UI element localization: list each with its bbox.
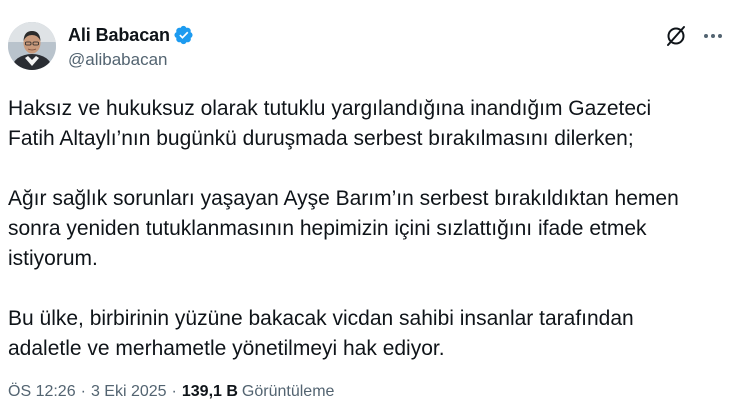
header-actions <box>664 24 724 48</box>
verified-badge-icon[interactable] <box>174 25 194 45</box>
avatar[interactable] <box>8 22 56 70</box>
author-name[interactable]: Ali Babacan <box>68 25 170 46</box>
text-line: adaletle ve merhametle yönetilmeyi hak e… <box>8 337 445 360</box>
avatar-image <box>8 22 56 70</box>
tweet-meta: ÖS 12:26 · 3 Eki 2025 · 139,1 B Görüntül… <box>8 383 334 401</box>
paragraph-1: Haksız ve hukuksuz olarak tutuklu yargıl… <box>8 94 718 154</box>
tweet-header: Ali Babacan @alibabacan <box>8 22 724 74</box>
post-time[interactable]: ÖS 12:26 <box>8 383 76 401</box>
text-line: istiyorum. <box>8 247 98 270</box>
author-handle[interactable]: @alibabacan <box>68 50 194 70</box>
name-row: Ali Babacan <box>68 24 194 46</box>
tweet: Ali Babacan @alibabacan Haksız ve hukuks… <box>0 0 732 414</box>
text-line: Haksız ve hukuksuz olarak tutuklu yargıl… <box>8 97 652 120</box>
text-line: Fatih Altaylı’nın bugünkü duruşmada serb… <box>8 127 634 150</box>
meta-separator: · <box>171 383 177 400</box>
more-icon[interactable] <box>702 25 724 47</box>
text-line: sonra yeniden tutuklanmasının hepimizin … <box>8 217 647 240</box>
views-count[interactable]: 139,1 B <box>182 383 238 401</box>
paragraph-3: Bu ülke, birbirinin yüzüne bakacak vicda… <box>8 304 718 364</box>
paragraph-2: Ağır sağlık sorunları yaşayan Ayşe Barım… <box>8 184 718 274</box>
text-line: Ağır sağlık sorunları yaşayan Ayşe Barım… <box>8 187 679 210</box>
author-names: Ali Babacan @alibabacan <box>68 24 194 70</box>
grok-icon[interactable] <box>664 24 688 48</box>
post-date[interactable]: 3 Eki 2025 <box>91 383 167 401</box>
meta-separator: · <box>80 383 86 400</box>
views-label: Görüntüleme <box>241 383 335 400</box>
text-line: Bu ülke, birbirinin yüzüne bakacak vicda… <box>8 307 634 330</box>
tweet-text: Haksız ve hukuksuz olarak tutuklu yargıl… <box>8 94 718 364</box>
